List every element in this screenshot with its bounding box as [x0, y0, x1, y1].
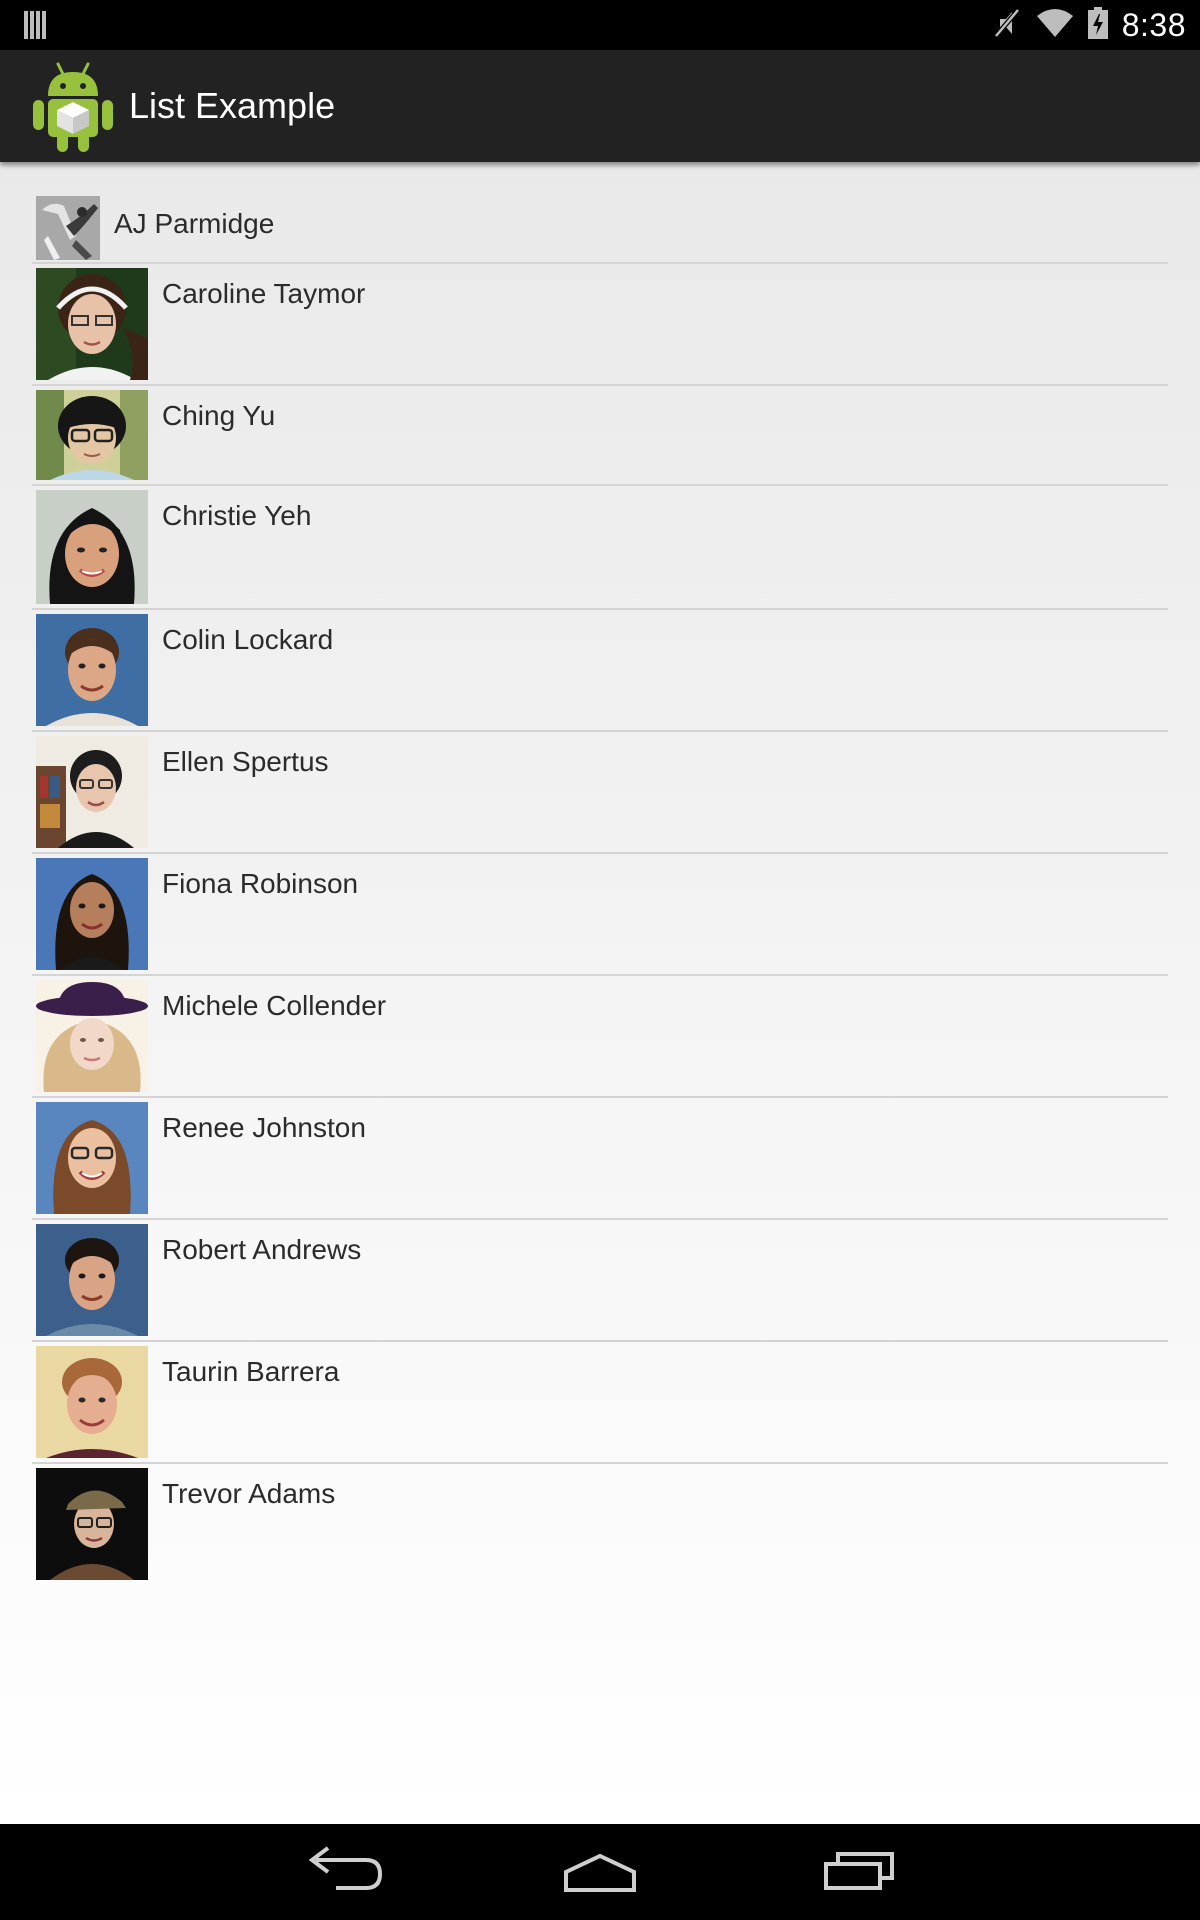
- contact-name: Fiona Robinson: [162, 868, 359, 899]
- contact-photo: [36, 268, 148, 380]
- back-icon[interactable]: [296, 1842, 392, 1902]
- list-item[interactable]: Taurin Barrera: [32, 1342, 1168, 1464]
- android-app-icon[interactable]: [30, 58, 116, 154]
- mute-icon: [992, 7, 1022, 44]
- app-title: List Example: [129, 85, 336, 126]
- content-area: AJ Parmidge Caroline Taymor Ching Yu Chr…: [0, 162, 1200, 1824]
- contact-photo: [36, 1346, 148, 1458]
- list-item[interactable]: Renee Johnston: [32, 1098, 1168, 1220]
- action-bar: List Example: [0, 50, 1200, 162]
- list-item[interactable]: Caroline Taymor: [32, 264, 1168, 386]
- contact-name: Taurin Barrera: [162, 1356, 340, 1387]
- contact-photo: [36, 1468, 148, 1580]
- contact-photo: [36, 196, 100, 260]
- list-item[interactable]: Trevor Adams: [32, 1464, 1168, 1586]
- contact-photo: [36, 1102, 148, 1214]
- contact-photo: [36, 390, 148, 480]
- list-item[interactable]: AJ Parmidge: [32, 192, 1168, 264]
- battery-charging-icon: [1087, 6, 1108, 44]
- status-clock: 8:38: [1121, 6, 1186, 43]
- contact-photo: [36, 736, 148, 848]
- recent-apps-icon[interactable]: [810, 1842, 906, 1902]
- contact-name: Trevor Adams: [162, 1478, 336, 1509]
- contact-name: Renee Johnston: [162, 1112, 366, 1143]
- contact-photo: [36, 980, 148, 1092]
- contact-name: Robert Andrews: [162, 1234, 362, 1265]
- list-item[interactable]: Ching Yu: [32, 386, 1168, 486]
- navigation-bar: [0, 1824, 1200, 1920]
- sim-card-icon: [24, 11, 48, 39]
- contact-photo: [36, 1224, 148, 1336]
- contact-name: Michele Collender: [162, 990, 387, 1021]
- contact-photo: [36, 490, 148, 604]
- list-item[interactable]: Christie Yeh: [32, 486, 1168, 610]
- contact-name: Ching Yu: [162, 400, 276, 431]
- contact-name: Ellen Spertus: [162, 746, 329, 777]
- contact-photo: [36, 858, 148, 970]
- contact-photo: [36, 614, 148, 726]
- list-item[interactable]: Fiona Robinson: [32, 854, 1168, 976]
- contact-name: Caroline Taymor: [162, 278, 366, 309]
- list-item[interactable]: Colin Lockard: [32, 610, 1168, 732]
- wifi-icon: [1036, 8, 1074, 43]
- contact-name: AJ Parmidge: [114, 208, 275, 239]
- contact-name: Colin Lockard: [162, 624, 334, 655]
- contact-list: AJ Parmidge Caroline Taymor Ching Yu Chr…: [32, 192, 1168, 1586]
- list-item[interactable]: Michele Collender: [32, 976, 1168, 1098]
- status-bar: 8:38: [0, 0, 1200, 50]
- contact-name: Christie Yeh: [162, 500, 312, 531]
- home-icon[interactable]: [552, 1842, 648, 1902]
- list-item[interactable]: Ellen Spertus: [32, 732, 1168, 854]
- list-item[interactable]: Robert Andrews: [32, 1220, 1168, 1342]
